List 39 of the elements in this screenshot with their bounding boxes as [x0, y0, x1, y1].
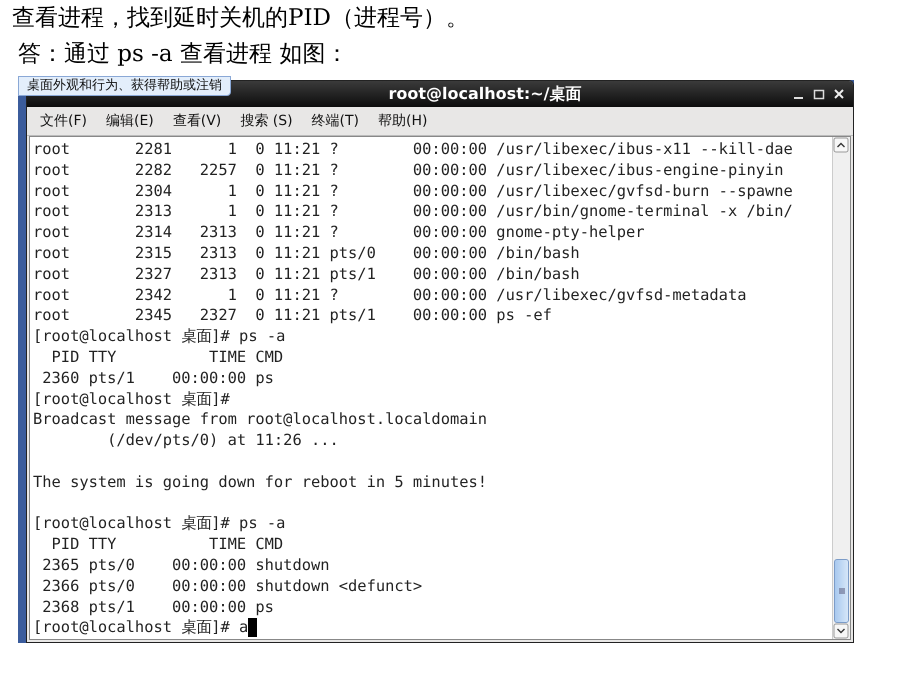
terminal-line: [root@localhost 桌面]# a: [33, 617, 248, 638]
text-cursor: [248, 618, 258, 638]
terminal-line: [root@localhost 桌面]# ps -a: [33, 513, 286, 534]
scroll-down-icon[interactable]: [833, 623, 849, 639]
scroll-up-icon[interactable]: [833, 137, 849, 153]
menu-item[interactable]: 文件(F): [35, 110, 95, 132]
scrollbar[interactable]: [832, 137, 850, 639]
terminal-line: root 2304 1 0 11:21 ? 00:00:00 /usr/libexec/gvfsd-burn --spawne: [33, 180, 793, 202]
terminal-line: 2360 pts/1 00:00:00 ps: [41, 368, 274, 389]
terminal-line: root 2314 2313 0 11:21 ? 00:00:00 gnome-pty-helper: [33, 222, 645, 243]
close-icon[interactable]: [833, 88, 845, 100]
menu-item[interactable]: 搜索 (S): [235, 110, 301, 132]
terminal-line: root 2342 1 0 11:21 ? 00:00:00 /usr/libexec/gvfsd-metadata: [33, 284, 746, 306]
scrollbar-thumb[interactable]: [834, 559, 849, 623]
terminal-line: 2366 pts/0 00:00:00 shutdown <defunct>: [41, 576, 422, 597]
menu-item[interactable]: 终端(T): [306, 110, 368, 132]
window-title: root@localhost:~/桌面: [388, 84, 582, 104]
terminal-line: The system is going down for reboot in 5 minutes!: [33, 472, 488, 493]
menu-item[interactable]: 编辑(E): [100, 110, 162, 132]
terminal-line: 2368 pts/1 00:00:00 ps: [41, 596, 274, 618]
maximize-icon[interactable]: [813, 88, 825, 100]
terminal-line: root 2313 1 0 11:21 ? 00:00:00 /usr/bin/gnome-terminal -x /bin/: [33, 201, 793, 222]
menu-item[interactable]: 帮助(H): [373, 110, 436, 132]
terminal-line: root 2345 2327 0 11:21 pts/1 00:00:00 ps -ef: [33, 305, 552, 326]
terminal-line: (/dev/pts/0) at 11:26 ...: [106, 430, 339, 451]
terminal-line: Broadcast message from root@localhost.localdomain: [33, 409, 488, 430]
menu-item[interactable]: 查看(V): [168, 110, 230, 132]
terminal-line: root 2282 2257 0 11:21 ? 00:00:00 /usr/libexec/ibus-engine-pinyin: [33, 160, 784, 181]
terminal-line: root 2281 1 0 11:21 ? 00:00:00 /usr/libexec/ibus-x11 --kill-dae: [33, 139, 793, 160]
tooltip: 桌面外观和行为、获得帮助或注销: [18, 76, 231, 96]
question-text: 查看进程，找到延时关机的PID（进程号）。: [12, 4, 470, 33]
terminal-line: PID TTY TIME CMD: [50, 346, 284, 368]
answer-text: 答：通过 ps -a 查看进程 如图：: [17, 40, 350, 69]
terminal-line: root 2315 2313 0 11:21 pts/0 00:00:00 /bin/bash: [33, 242, 580, 264]
terminal-line: 2365 pts/0 00:00:00 shutdown: [41, 554, 330, 576]
terminal-line: PID TTY TIME CMD: [50, 534, 284, 555]
terminal-line: root 2327 2313 0 11:21 pts/1 00:00:00 /bin/bash: [33, 264, 580, 285]
terminal-line: [root@localhost 桌面]# ps -a: [33, 326, 286, 347]
terminal-line: [root@localhost 桌面]#: [33, 388, 230, 410]
